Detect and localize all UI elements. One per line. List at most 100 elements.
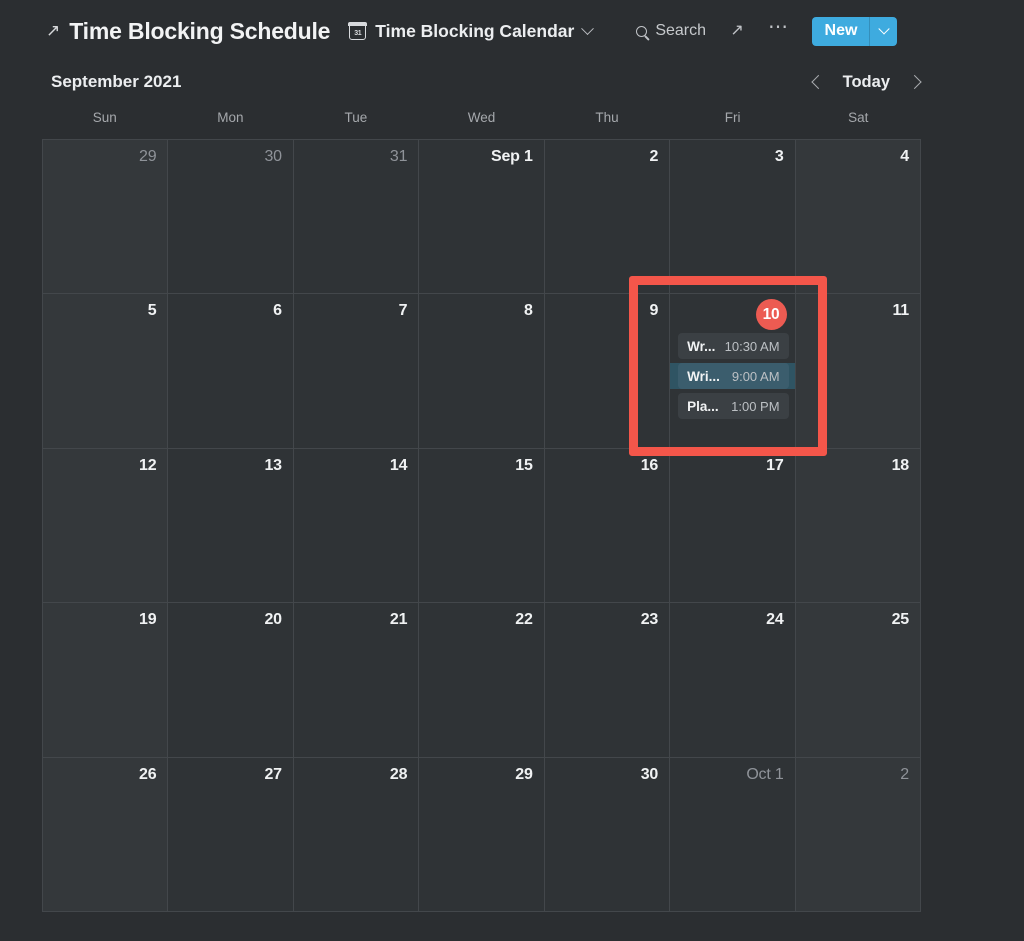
day-number: 18 [891, 456, 910, 474]
day-number: 20 [264, 611, 282, 629]
day-number: 11 [892, 302, 909, 320]
expand-diagonal-icon[interactable]: ↗ [728, 22, 746, 40]
event-pill[interactable]: Pla... 1:00 PM [678, 393, 789, 420]
calendar-day-cell[interactable]: 25 [795, 603, 921, 758]
new-button-group[interactable]: New [811, 16, 898, 46]
calendar-day-cell[interactable]: 28 [293, 757, 420, 912]
new-dropdown-button[interactable] [870, 17, 897, 46]
new-button[interactable]: New [812, 17, 870, 46]
calendar-day-cell[interactable]: 2 [544, 140, 671, 295]
day-events-list: Wr... 10:30 AM Wri... 9:00 AM Pla... 1:00 PM [670, 330, 795, 423]
page-title: Time Blocking Schedule [69, 17, 331, 44]
day-number: 12 [139, 456, 157, 474]
ellipsis-icon[interactable]: ⋯ [768, 17, 790, 40]
search-label: Search [655, 22, 707, 39]
weekday-header-thu: Thu [595, 110, 619, 125]
event-row[interactable]: Wr... 10:30 AM [670, 333, 794, 360]
day-number: 8 [524, 302, 533, 320]
month-navigation-bar: September 2021 Today [0, 62, 1024, 107]
calendar-day-cell[interactable]: 6 [168, 294, 294, 449]
calendar-day-cell[interactable]: 23 [544, 603, 671, 758]
calendar-day-cell[interactable]: 21 [293, 603, 420, 758]
calendar-day-cell[interactable]: 10 Wr... 10:30 AM Wri... 9:00 AM Pla... 1:00 P… [670, 294, 796, 449]
calendar-grid: 29 30 31 Sep 1 2 3 4 5 6 7 8 9 10 Wr... 10:30 AM Wri...… [42, 139, 921, 912]
header-actions: Search ↗ ⋯ New [636, 16, 898, 46]
today-button[interactable]: Today [829, 73, 904, 92]
calendar-day-cell[interactable]: 20 [168, 603, 294, 758]
calendar-day-cell[interactable]: 18 [795, 448, 921, 604]
event-time: 1:00 PM [731, 398, 780, 414]
day-number: 25 [891, 611, 910, 629]
day-number: 16 [640, 456, 659, 474]
weekday-header-fri: Fri [724, 110, 741, 125]
calendar-day-cell[interactable]: 11 [795, 294, 921, 449]
day-number: 19 [139, 611, 157, 629]
calendar-day-cell[interactable]: 4 [795, 140, 921, 295]
search-icon [636, 25, 648, 37]
calendar-day-cell[interactable]: 12 [43, 448, 169, 604]
month-label: September 2021 [51, 72, 182, 91]
weekday-header-mon: Mon [217, 110, 244, 125]
day-number: 31 [389, 148, 408, 165]
calendar-day-cell[interactable]: 29 [419, 757, 545, 912]
calendar-day-cell[interactable]: Oct 1 [670, 757, 796, 912]
chevron-down-icon[interactable] [581, 21, 595, 35]
calendar-nav-controls: Today [805, 70, 928, 94]
calendar-day-cell[interactable]: 24 [670, 603, 796, 758]
event-pill[interactable]: Wri... 9:00 AM [678, 363, 789, 390]
calendar-day-cell[interactable]: 30 [544, 757, 671, 912]
database-name: Time Blocking Calendar [375, 20, 575, 41]
weekday-header-wed: Wed [467, 110, 496, 125]
calendar-day-cell[interactable]: 29 [43, 140, 169, 295]
database-selector[interactable]: 31 Time Blocking Calendar [348, 20, 595, 42]
calendar-day-cell[interactable]: 22 [419, 603, 545, 758]
external-link-arrow-icon[interactable]: ↗ [46, 22, 60, 39]
day-number: 6 [273, 302, 282, 320]
calendar-day-cell[interactable]: 30 [168, 140, 294, 295]
calendar-day-cell[interactable]: 15 [419, 448, 545, 604]
day-number: 30 [640, 765, 659, 783]
calendar-day-cell[interactable]: 9 [544, 294, 671, 449]
day-number: 2 [900, 765, 909, 783]
event-row[interactable]: Pla... 1:00 PM [670, 393, 794, 420]
calendar-day-cell[interactable]: 7 [293, 294, 420, 449]
chevron-down-icon [878, 23, 890, 35]
event-pill[interactable]: Wr... 10:30 AM [678, 333, 789, 360]
event-time: 10:30 AM [724, 338, 780, 354]
search-button[interactable]: Search [636, 22, 706, 40]
day-number: 26 [139, 765, 157, 783]
day-number: 5 [147, 302, 157, 320]
weekday-header-sat: Sat [848, 110, 869, 125]
day-number: 21 [389, 611, 408, 629]
day-number: 4 [900, 148, 909, 165]
calendar-day-cell[interactable]: 31 [293, 140, 420, 295]
calendar-day-cell[interactable]: 2 [795, 757, 921, 912]
calendar-day-cell[interactable]: 3 [670, 140, 796, 295]
day-number: 14 [389, 456, 408, 474]
calendar-day-cell[interactable]: 26 [43, 757, 169, 912]
prev-month-button[interactable] [805, 70, 829, 94]
calendar-day-cell[interactable]: 5 [43, 294, 169, 449]
calendar-day-cell[interactable]: 16 [544, 448, 671, 604]
calendar-day-cell[interactable]: 13 [168, 448, 294, 604]
calendar-day-cell[interactable]: 8 [419, 294, 545, 449]
chevron-right-icon [907, 74, 922, 90]
calendar-day-cell[interactable]: 14 [293, 448, 420, 604]
next-month-button[interactable] [904, 70, 928, 94]
event-title: Pla... [687, 398, 719, 414]
event-title: Wr... [687, 338, 716, 354]
today-date-badge: 10 [755, 299, 787, 331]
day-number: 15 [515, 456, 533, 474]
calendar-day-cell[interactable]: 19 [43, 603, 169, 758]
calendar-day-cell[interactable]: Sep 1 [419, 140, 545, 295]
calendar-day-cell[interactable]: 27 [168, 757, 294, 912]
event-title: Wri... [687, 368, 720, 384]
day-number: Oct 1 [746, 765, 784, 783]
day-number: 24 [766, 611, 784, 629]
day-number: 23 [640, 611, 659, 629]
day-number: 30 [264, 148, 282, 165]
weekday-header-tue: Tue [344, 110, 368, 125]
calendar-day-cell[interactable]: 17 [670, 448, 796, 604]
event-row[interactable]: Wri... 9:00 AM [670, 363, 795, 390]
day-number: 7 [398, 302, 408, 320]
